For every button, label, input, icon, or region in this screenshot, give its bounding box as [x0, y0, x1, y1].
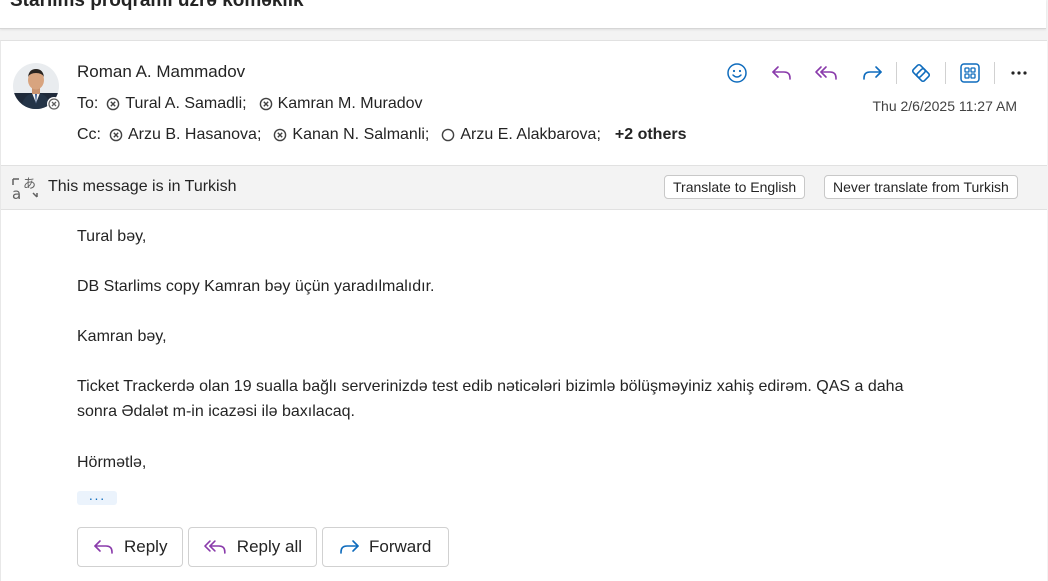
forward-arrow-icon [863, 66, 882, 80]
never-translate-button[interactable]: Never translate from Turkish [824, 175, 1018, 199]
reply-all-button[interactable]: Reply all [188, 527, 317, 567]
reply-all-arrow-icon [815, 66, 837, 80]
recipient-to[interactable]: Tural A. Samadli; [106, 95, 247, 113]
apps-button[interactable] [954, 59, 986, 87]
loop-button[interactable] [905, 59, 937, 87]
forward-icon-button[interactable] [856, 59, 888, 87]
recipient-name: Arzu E. Alakbarova; [460, 126, 601, 143]
more-horizontal-icon [1011, 71, 1027, 75]
svg-text:あ: あ [23, 177, 36, 192]
presence-blocked-icon [259, 97, 273, 111]
translate-icon: a あ [11, 175, 41, 206]
reply-button[interactable]: Reply [77, 527, 183, 567]
presence-blocked-icon [273, 128, 287, 142]
body-line: Kamran bəy, [77, 328, 167, 345]
subject-title: Starlims proqramı üzrə köməklik [10, 0, 304, 11]
cc-line: Cc: Arzu B. Hasanova; Kanan N. Salmanli;… [77, 126, 686, 144]
toolbar-divider [994, 62, 995, 84]
body-line: DB Starlims copy Kamran bəy üçün yaradıl… [77, 278, 435, 295]
toolbar-divider [896, 62, 897, 84]
to-label: To: [77, 95, 99, 112]
presence-offline-icon [441, 128, 455, 142]
body-line: sonra Ədalət m-in icazəsi ilə baxılacaq. [77, 403, 355, 420]
recipient-cc[interactable]: Arzu E. Alakbarova; [441, 126, 601, 144]
loop-icon [911, 63, 931, 83]
apps-grid-icon [960, 63, 980, 83]
recipient-name: Kamran M. Muradov [277, 95, 423, 112]
translation-bar: a あ This message is in Turkish Translate… [1, 165, 1047, 210]
subject-bar: Starlims proqramı üzrə köməklik [0, 0, 1046, 29]
recipient-name: Arzu B. Hasanova; [128, 126, 262, 143]
recipient-to[interactable]: Kamran M. Muradov [259, 95, 423, 113]
translation-notice: This message is in Turkish [48, 178, 237, 195]
recipient-name: Tural A. Samadli; [125, 95, 247, 112]
reply-arrow-icon [772, 66, 791, 80]
smiley-icon [727, 63, 747, 83]
svg-text:a: a [12, 185, 21, 201]
reply-button-label: Reply [124, 537, 168, 556]
sender-name[interactable]: Roman A. Mammadov [77, 62, 245, 82]
forward-button[interactable]: Forward [322, 527, 449, 567]
reply-icon-button[interactable] [766, 59, 798, 87]
cc-label: Cc: [77, 126, 101, 143]
body-line: Tural bəy, [77, 228, 147, 245]
forward-arrow-icon [340, 540, 359, 554]
translate-to-english-button[interactable]: Translate to English [664, 175, 806, 199]
presence-offline-icon [47, 97, 61, 111]
recipient-cc[interactable]: Arzu B. Hasanova; [109, 126, 261, 144]
react-button[interactable] [721, 59, 753, 87]
recipient-cc[interactable]: Kanan N. Salmanli; [273, 126, 429, 144]
reply-all-button-label: Reply all [236, 537, 302, 556]
sender-avatar[interactable] [13, 63, 61, 111]
message-actions [721, 59, 1048, 87]
show-quoted-text-button[interactable]: ··· [77, 491, 117, 505]
to-line: To: Tural A. Samadli; Kamran M. Muradov [77, 95, 435, 113]
presence-blocked-icon [109, 128, 123, 142]
presence-blocked-icon [106, 97, 120, 111]
recipient-name: Kanan N. Salmanli; [292, 126, 430, 143]
reply-all-icon-button[interactable] [811, 59, 843, 87]
forward-button-label: Forward [369, 537, 432, 556]
reply-arrow-icon [94, 540, 113, 554]
message-card: Roman A. Mammadov To: Tural A. Samadli; … [0, 40, 1047, 581]
toolbar-divider [945, 62, 946, 84]
body-line: Ticket Trackerdə olan 19 sualla bağlı se… [77, 378, 904, 395]
body-line: Hörmətlə, [77, 454, 147, 471]
reply-all-arrow-icon [204, 540, 226, 554]
more-recipients-link[interactable]: +2 others [615, 126, 687, 144]
message-timestamp: Thu 2/6/2025 11:27 AM [872, 98, 1017, 114]
more-actions-button[interactable] [1003, 59, 1035, 87]
